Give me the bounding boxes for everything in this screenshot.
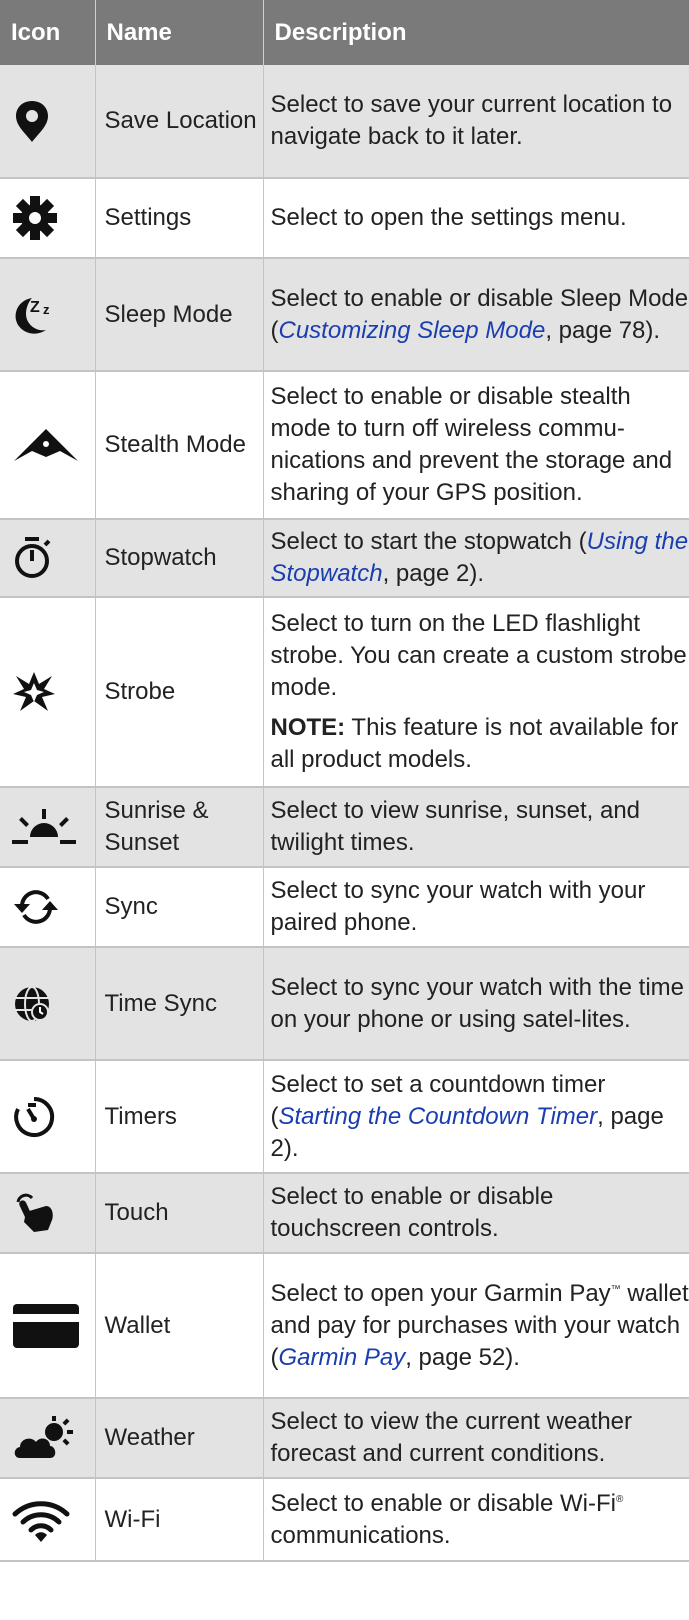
icon-cell	[0, 1398, 96, 1479]
row-name: Sleep Mode	[95, 258, 264, 372]
link-garmin-pay[interactable]: Garmin Pay	[279, 1344, 406, 1371]
row-description: Select to start the stopwatch (Using the…	[263, 519, 689, 598]
weather-cloud-sun-icon	[14, 1416, 73, 1458]
strobe-burst-icon	[13, 672, 55, 711]
row-name: Wi-Fi	[95, 1478, 264, 1562]
row-name: Time Sync	[95, 947, 264, 1061]
wallet-card-icon	[13, 1303, 79, 1348]
row-description: Select to open your Garmin Pay™ wallet a…	[263, 1253, 689, 1399]
table-header-row: Icon Name Description	[0, 0, 689, 65]
row-name: Stopwatch	[95, 519, 264, 598]
row-name: Save Location	[95, 65, 264, 179]
icon-cell	[0, 1060, 96, 1174]
table-row: Touch Select to enable or disable touchs…	[0, 1173, 689, 1254]
row-name: Sync	[95, 867, 264, 948]
link-customizing-sleep-mode[interactable]: Customizing Sleep Mode	[279, 317, 546, 344]
row-description: Select to set a countdown timer (Startin…	[263, 1060, 689, 1174]
icon-cell: Z z	[0, 258, 96, 372]
row-description: Select to save your current location to …	[263, 65, 689, 179]
globe-clock-icon	[15, 985, 49, 1022]
table-row: Weather Select to view the current weath…	[0, 1398, 689, 1479]
row-description: Select to enable or disable touchscreen …	[263, 1173, 689, 1254]
icon-cell	[0, 1478, 96, 1562]
header-name: Name	[95, 0, 264, 65]
header-icon: Icon	[0, 0, 96, 65]
row-description: Select to sync your watch with the time …	[263, 947, 689, 1061]
icon-cell	[0, 597, 96, 788]
row-name: Wallet	[95, 1253, 264, 1399]
svg-text:z: z	[43, 302, 50, 317]
row-description: Select to turn on the LED flashlight str…	[263, 597, 689, 788]
wifi-icon	[12, 1500, 70, 1542]
row-description: Select to view sunrise, sunset, and twil…	[263, 787, 689, 868]
link-starting-the-countdown-timer[interactable]: Starting the Countdown Timer	[279, 1103, 598, 1130]
gear-icon	[13, 196, 57, 240]
row-name: Sunrise & Sunset	[95, 787, 264, 868]
icon-cell	[0, 1173, 96, 1254]
icon-cell	[0, 65, 96, 179]
row-name: Timers	[95, 1060, 264, 1174]
row-name: Weather	[95, 1398, 264, 1479]
note-label: NOTE:	[270, 714, 346, 741]
row-description: Select to sync your watch with your pair…	[263, 867, 689, 948]
row-name: Strobe	[95, 597, 264, 788]
table-row: Time Sync Select to sync your watch with…	[0, 947, 689, 1061]
table-row: Save Location Select to save your curren…	[0, 65, 689, 179]
row-description: Select to enable or disable Wi-Fi® commu…	[263, 1478, 689, 1562]
touch-hand-icon	[16, 1193, 53, 1232]
table-row: Stealth Mode Select to enable or disable…	[0, 371, 689, 520]
stopwatch-icon	[15, 537, 51, 578]
row-name: Stealth Mode	[95, 371, 264, 520]
icon-cell	[0, 178, 96, 259]
table-row: Sync Select to sync your watch with your…	[0, 867, 689, 948]
table-row: Strobe Select to turn on the LED flashli…	[0, 597, 689, 788]
header-description: Description	[263, 0, 689, 65]
row-name: Settings	[95, 178, 264, 259]
sleep-moon-icon: Z z	[15, 297, 50, 334]
table-row: Settings Select to open the settings men…	[0, 178, 689, 259]
row-name: Touch	[95, 1173, 264, 1254]
icons-table: Icon Name Description Save Location Sele…	[0, 0, 689, 1562]
svg-text:Z: Z	[30, 299, 40, 316]
table-row: Wi-Fi Select to enable or disable Wi-Fi®…	[0, 1478, 689, 1562]
table-row: Z z Sleep Mode Select to enable or disab…	[0, 258, 689, 372]
table-row: Timers Select to set a countdown timer (…	[0, 1060, 689, 1174]
sync-arrows-icon	[14, 890, 58, 924]
map-pin-icon	[16, 101, 48, 142]
icon-cell	[0, 519, 96, 598]
icon-cell	[0, 787, 96, 868]
row-description: Select to enable or disable stealth mode…	[263, 371, 689, 520]
row-description: Select to view the current weather forec…	[263, 1398, 689, 1479]
icon-cell	[0, 1253, 96, 1399]
icon-cell	[0, 947, 96, 1061]
stealth-wing-icon	[14, 429, 78, 461]
row-description: Select to open the settings menu.	[263, 178, 689, 259]
table-row: Sunrise & Sunset Select to view sunrise,…	[0, 787, 689, 868]
table-row: Stopwatch Select to start the stopwatch …	[0, 519, 689, 598]
icon-cell	[0, 867, 96, 948]
icon-cell	[0, 371, 96, 520]
row-description: Select to enable or disable Sleep Mode (…	[263, 258, 689, 372]
table-row: Wallet Select to open your Garmin Pay™ w…	[0, 1253, 689, 1399]
sunrise-icon	[12, 809, 76, 844]
timer-icon	[14, 1096, 55, 1137]
